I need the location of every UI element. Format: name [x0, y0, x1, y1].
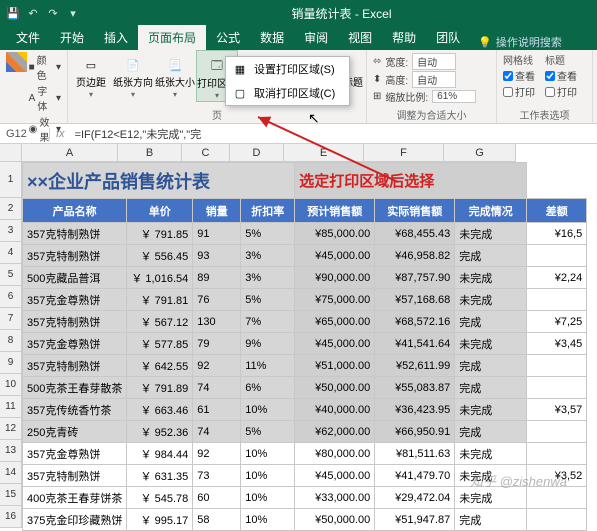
row-1[interactable]: 1 [0, 162, 22, 198]
bulb-icon: 💡 [478, 36, 492, 49]
row-16[interactable]: 16 [0, 506, 22, 528]
tab-view[interactable]: 视图 [338, 25, 382, 50]
tab-insert[interactable]: 插入 [94, 25, 138, 50]
row-14[interactable]: 14 [0, 462, 22, 484]
undo-icon[interactable]: ↶ [26, 6, 40, 20]
watermark: 知乎 @zishenwa [470, 471, 567, 490]
select-all[interactable] [0, 144, 22, 162]
table-row[interactable]: 357克特制熟饼￥ 642.559211%¥51,000.00¥52,611.9… [23, 355, 587, 377]
col-header[interactable]: 差额 [527, 199, 587, 223]
row-9[interactable]: 9 [0, 352, 22, 374]
row-10[interactable]: 10 [0, 374, 22, 396]
col-header[interactable]: 单价 [127, 199, 193, 223]
theme-fonts[interactable]: A字体▾ [29, 83, 61, 113]
table-row[interactable]: 357克金尊熟饼￥ 984.449210%¥80,000.00¥81,511.6… [23, 443, 587, 465]
col-C[interactable]: C [182, 144, 230, 162]
cursor-icon: ↖ [308, 110, 320, 127]
row-4[interactable]: 4 [0, 242, 22, 264]
tab-review[interactable]: 审阅 [294, 25, 338, 50]
row-8[interactable]: 8 [0, 330, 22, 352]
row-11[interactable]: 11 [0, 396, 22, 418]
row-13[interactable]: 13 [0, 440, 22, 462]
redo-icon[interactable]: ↷ [46, 6, 60, 20]
table-title[interactable]: ××企业产品销售统计表 [23, 163, 295, 199]
themes-icon[interactable] [6, 52, 27, 72]
fit-height[interactable]: 自动 [412, 71, 456, 88]
tab-help[interactable]: 帮助 [382, 25, 426, 50]
window-title: 销量统计表 - Excel [86, 5, 597, 22]
col-A[interactable]: A [22, 144, 118, 162]
size-button[interactable]: 📃纸张大小▾ [154, 50, 196, 102]
formula-input[interactable]: =IF(F12<E12,"未完成","完 [71, 126, 597, 142]
set-area-icon: ▦ [232, 62, 248, 76]
tab-team[interactable]: 团队 [426, 25, 470, 50]
group-fit-label: 调整为合适大小 [373, 106, 490, 123]
table-row[interactable]: 250克青砖￥ 952.36745%¥62,000.00¥66,950.91完成 [23, 421, 587, 443]
tab-pagelayout[interactable]: 页面布局 [138, 25, 206, 50]
grid-print-check[interactable]: 打印 [503, 84, 535, 99]
col-D[interactable]: D [230, 144, 284, 162]
row-12[interactable]: 12 [0, 418, 22, 440]
tab-file[interactable]: 文件 [6, 25, 50, 50]
grid-view-check[interactable]: 查看 [503, 68, 535, 83]
col-header[interactable]: 完成情况 [455, 199, 527, 223]
col-F[interactable]: F [364, 144, 444, 162]
row-3[interactable]: 3 [0, 220, 22, 242]
qat-more-icon[interactable]: ▾ [66, 6, 80, 20]
table-row[interactable]: 500克茶王春芽散茶￥ 791.89746%¥50,000.00¥55,083.… [23, 377, 587, 399]
set-print-area-item[interactable]: ▦设置打印区域(S) [226, 57, 349, 81]
group-sheet-label: 工作表选项 [503, 106, 586, 123]
row-6[interactable]: 6 [0, 286, 22, 308]
orientation-button[interactable]: 📄纸张方向▾ [112, 50, 154, 102]
row-5[interactable]: 5 [0, 264, 22, 286]
tab-data[interactable]: 数据 [250, 25, 294, 50]
table-row[interactable]: 357克金尊熟饼￥ 791.81765%¥75,000.00¥57,168.68… [23, 289, 587, 311]
table-row[interactable]: 357克特制熟饼￥ 791.85915%¥85,000.00¥68,455.43… [23, 223, 587, 245]
fit-scale[interactable]: 61% [432, 90, 476, 103]
print-area-dropdown: ▦设置打印区域(S) ▢取消打印区域(C) [225, 56, 350, 106]
row-7[interactable]: 7 [0, 308, 22, 330]
clear-print-area-item[interactable]: ▢取消打印区域(C) [226, 81, 349, 105]
col-header[interactable]: 实际销售额 [375, 199, 455, 223]
row-2[interactable]: 2 [0, 198, 22, 220]
col-E[interactable]: E [284, 144, 364, 162]
table-row[interactable]: 357克特制熟饼￥ 567.121307%¥65,000.00¥68,572.1… [23, 311, 587, 333]
col-header[interactable]: 销量 [193, 199, 241, 223]
table-row[interactable]: 500克藏品普洱￥ 1,016.54893%¥90,000.00¥87,757.… [23, 267, 587, 289]
head-print-check[interactable]: 打印 [545, 84, 577, 99]
tell-me[interactable]: 💡操作说明搜索 [478, 34, 562, 50]
callout: 选定打印区域后选择 [295, 163, 527, 199]
theme-colors[interactable]: ■颜色▾ [29, 52, 61, 82]
head-view-check[interactable]: 查看 [545, 68, 577, 83]
col-header[interactable]: 预计销售额 [295, 199, 375, 223]
theme-effects[interactable]: ◉效果▾ [29, 114, 61, 144]
group-page-label: 页 [70, 106, 364, 123]
tab-formulas[interactable]: 公式 [206, 25, 250, 50]
table-row[interactable]: 357克金尊熟饼￥ 577.85799%¥45,000.00¥41,541.64… [23, 333, 587, 355]
col-header[interactable]: 产品名称 [23, 199, 127, 223]
tab-home[interactable]: 开始 [50, 25, 94, 50]
clear-area-icon: ▢ [232, 86, 248, 100]
col-G[interactable]: G [444, 144, 516, 162]
table-row[interactable]: 357克特制熟饼￥ 556.45933%¥45,000.00¥46,958.82… [23, 245, 587, 267]
table-row[interactable]: 357克传统香竹茶￥ 663.466110%¥40,000.00¥36,423.… [23, 399, 587, 421]
save-icon[interactable]: 💾 [6, 6, 20, 20]
fit-width[interactable]: 自动 [412, 53, 456, 70]
col-B[interactable]: B [118, 144, 182, 162]
col-header[interactable]: 折扣率 [241, 199, 295, 223]
row-15[interactable]: 15 [0, 484, 22, 506]
table-row[interactable]: 375克金印珍藏熟饼￥ 995.175810%¥50,000.00¥51,947… [23, 509, 587, 531]
ribbon-tabs: 文件 开始 插入 页面布局 公式 数据 审阅 视图 帮助 团队 💡操作说明搜索 [0, 26, 597, 50]
margins-button[interactable]: ▭页边距▾ [70, 50, 112, 102]
